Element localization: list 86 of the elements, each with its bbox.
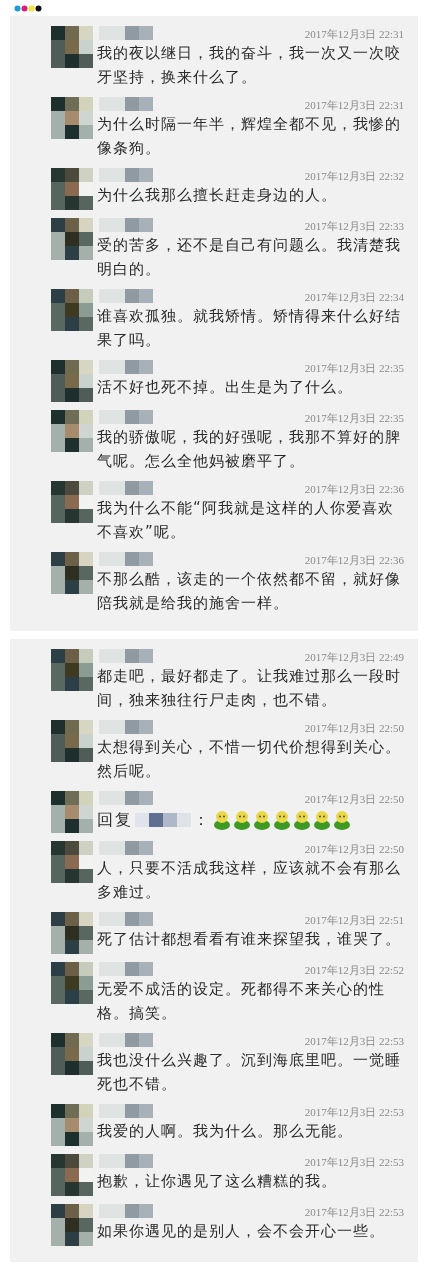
avatar-mosaic bbox=[51, 410, 93, 452]
name-mosaic bbox=[99, 962, 153, 976]
name-mosaic bbox=[99, 649, 153, 663]
name-mosaic bbox=[99, 168, 153, 182]
name-mosaic bbox=[99, 289, 153, 303]
emoticon-icon bbox=[333, 810, 351, 830]
message-text: 为什么时隔一年半，辉煌全都不见，我惨的像条狗。 bbox=[97, 114, 402, 159]
name-mosaic bbox=[99, 720, 153, 734]
avatar-mosaic bbox=[51, 360, 93, 402]
emoticon-icon bbox=[293, 810, 311, 830]
message-text: 太想得到关心，不惜一切代价想得到关心。然后呢。 bbox=[97, 737, 402, 782]
name-mosaic bbox=[99, 1104, 153, 1118]
avatar-mosaic bbox=[51, 791, 93, 833]
message-text: 我的骄傲呢，我的好强呢，我那不算好的脾气呢。怎么全他妈被磨平了。 bbox=[97, 427, 402, 472]
timestamp: 2017年12月3日 22:36 bbox=[304, 482, 404, 497]
name-mosaic bbox=[99, 552, 153, 566]
name-mosaic bbox=[99, 1154, 153, 1168]
avatar-mosaic bbox=[51, 720, 93, 762]
timestamp: 2017年12月3日 22:49 bbox=[304, 650, 404, 665]
timestamp: 2017年12月3日 22:33 bbox=[304, 219, 404, 234]
timestamp: 2017年12月3日 22:53 bbox=[304, 1155, 404, 1170]
message-text: 抱歉，让你遇见了这么糟糕的我。 bbox=[97, 1171, 338, 1192]
timestamp: 2017年12月3日 22:50 bbox=[304, 842, 404, 857]
timestamp: 2017年12月3日 22:51 bbox=[304, 913, 404, 928]
reply-label: 回复 bbox=[97, 809, 133, 831]
message-text: 不那么酷，该走的一个依然都不留，就好像陪我就是给我的施舍一样。 bbox=[97, 569, 402, 614]
name-mosaic bbox=[99, 791, 153, 805]
message-text: 如果你遇见的是别人，会不会开心一些。 bbox=[97, 1221, 386, 1242]
avatar-mosaic bbox=[51, 649, 93, 691]
timestamp: 2017年12月3日 22:53 bbox=[304, 1034, 404, 1049]
avatar-mosaic bbox=[51, 26, 93, 68]
message-text: 活不好也死不掉。出生是为了什么。 bbox=[97, 377, 354, 398]
timestamp: 2017年12月3日 22:35 bbox=[304, 411, 404, 426]
avatar-mosaic bbox=[51, 552, 93, 594]
message-text: 受的苦多，还不是自己有问题么。我清楚我明白的。 bbox=[97, 235, 402, 280]
emoticon-icon bbox=[273, 810, 291, 830]
timestamp: 2017年12月3日 22:52 bbox=[304, 963, 404, 978]
message-text: 死了估计都想看看有谁来探望我，谁哭了。 bbox=[97, 929, 402, 950]
name-mosaic bbox=[99, 97, 153, 111]
message-text: 我的夜以继日，我的奋斗，我一次又一次咬牙坚持，换来什么了。 bbox=[97, 43, 402, 88]
message-text: 我爱的人啊。我为什么。那么无能。 bbox=[97, 1121, 354, 1142]
name-mosaic bbox=[99, 218, 153, 232]
timestamp: 2017年12月3日 22:53 bbox=[304, 1205, 404, 1220]
message-text: 我也没什么兴趣了。沉到海底里吧。一觉睡死也不错。 bbox=[97, 1050, 402, 1095]
colon: ： bbox=[193, 809, 211, 831]
message-text: 无爱不成活的设定。死都得不来关心的性格。搞笑。 bbox=[97, 979, 386, 1024]
timestamp: 2017年12月3日 22:31 bbox=[304, 98, 404, 113]
message-text: 我为什么不能“阿我就是这样的人你爱喜欢不喜欢”呢。 bbox=[97, 498, 395, 543]
name-mosaic bbox=[99, 410, 153, 424]
emoticon-icon bbox=[233, 810, 251, 830]
avatar-mosaic bbox=[51, 1154, 93, 1196]
avatar-mosaic bbox=[51, 97, 93, 139]
timestamp: 2017年12月3日 22:53 bbox=[304, 1105, 404, 1120]
emoticon-icon bbox=[253, 810, 271, 830]
name-mosaic bbox=[135, 813, 191, 827]
timestamp: 2017年12月3日 22:50 bbox=[304, 721, 404, 736]
name-mosaic bbox=[99, 360, 153, 374]
name-mosaic bbox=[99, 912, 153, 926]
avatar-mosaic bbox=[51, 289, 93, 331]
avatar-mosaic bbox=[51, 1104, 93, 1146]
name-mosaic bbox=[99, 481, 153, 495]
name-mosaic bbox=[99, 26, 153, 40]
message-text: 都走吧，最好都走了。让我难过那么一段时间，独来独往行尸走肉，也不错。 bbox=[97, 666, 402, 711]
message-text: 为什么我那么擅长赶走身边的人。 bbox=[97, 185, 338, 206]
avatar-mosaic bbox=[51, 168, 93, 210]
timestamp: 2017年12月3日 22:32 bbox=[304, 169, 404, 184]
avatar-mosaic bbox=[51, 1033, 93, 1075]
emoticon-icon bbox=[313, 810, 331, 830]
avatar-mosaic bbox=[51, 912, 93, 954]
timestamp: 2017年12月3日 22:35 bbox=[304, 361, 404, 376]
name-mosaic bbox=[99, 1033, 153, 1047]
timestamp: 2017年12月3日 22:31 bbox=[304, 27, 404, 42]
timestamp: 2017年12月3日 22:50 bbox=[304, 792, 404, 807]
avatar-mosaic bbox=[51, 841, 93, 883]
name-mosaic bbox=[99, 1204, 153, 1218]
message-text: 人，只要不活成我这样，应该就不会有那么多难过。 bbox=[97, 858, 402, 903]
avatar-mosaic bbox=[51, 1204, 93, 1246]
timestamp: 2017年12月3日 22:34 bbox=[304, 290, 404, 305]
avatar-mosaic bbox=[51, 962, 93, 1004]
avatar-mosaic bbox=[51, 481, 93, 523]
avatar-mosaic bbox=[51, 218, 93, 260]
color-dots-icon bbox=[14, 4, 42, 12]
emoticon-icon bbox=[213, 810, 231, 830]
name-mosaic bbox=[99, 841, 153, 855]
timestamp: 2017年12月3日 22:36 bbox=[304, 553, 404, 568]
message-text: 谁喜欢孤独。就我矫情。矫情得来什么好结果了吗。 bbox=[97, 306, 402, 351]
